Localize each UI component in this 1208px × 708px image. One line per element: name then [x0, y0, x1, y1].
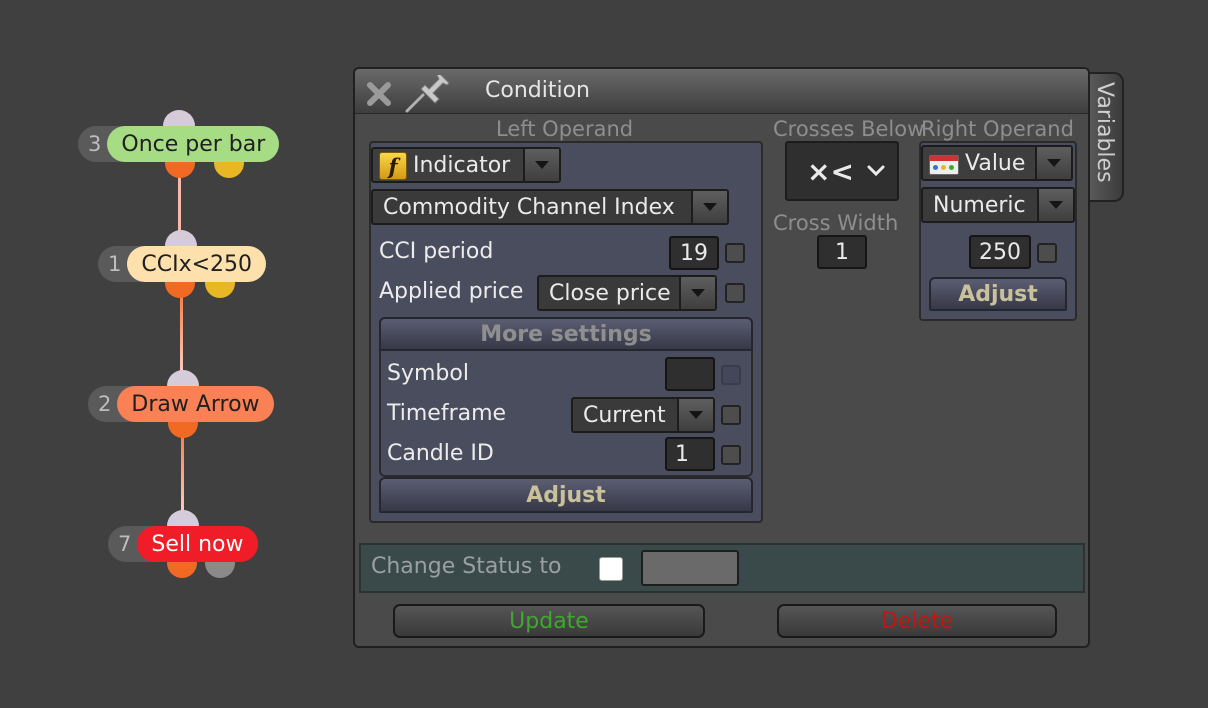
candle-id-label: Candle ID [387, 441, 494, 466]
indicator-select[interactable]: Commodity Channel Index [371, 189, 729, 225]
variables-tab-label: Variables [1092, 82, 1117, 183]
applied-price-select[interactable]: Close price [537, 275, 717, 311]
variables-tab[interactable]: Variables [1089, 72, 1124, 202]
node-number: 1 [108, 252, 122, 276]
timeframe-select[interactable]: Current [571, 397, 715, 433]
symbol-label: Symbol [387, 361, 469, 386]
node-sell-now[interactable]: 7 Sell now [108, 526, 258, 562]
title-bar[interactable]: Condition [355, 69, 1088, 114]
node-ccix-250[interactable]: 1 CCIx<250 [98, 246, 267, 282]
operator-symbol: ×< [807, 154, 854, 188]
operator-heading: Crosses Below [773, 117, 925, 141]
chevron-down-icon[interactable] [867, 165, 885, 177]
left-adjust-button[interactable]: Adjust [379, 477, 753, 513]
param-label: CCI period [379, 239, 494, 264]
delete-label: Delete [880, 608, 954, 634]
chevron-down-icon[interactable] [1037, 189, 1073, 221]
cci-period-checkbox[interactable] [725, 243, 745, 263]
chevron-down-icon[interactable] [523, 149, 559, 181]
right-operand-heading: Right Operand [921, 117, 1074, 141]
applied-price-checkbox[interactable] [725, 283, 745, 303]
more-settings-toggle[interactable]: More settings [379, 317, 753, 351]
more-settings-label: More settings [480, 321, 652, 347]
change-status-input[interactable] [641, 550, 739, 586]
node-number: 2 [98, 392, 112, 416]
change-status-label: Change Status to [371, 554, 562, 579]
cross-width-input[interactable]: 1 [817, 235, 867, 269]
right-value-input[interactable]: 250 [969, 235, 1031, 269]
value-kind-value: Numeric [933, 192, 1026, 218]
node-number: 7 [118, 532, 132, 556]
timeframe-value: Current [583, 402, 666, 428]
chevron-down-icon[interactable] [1035, 147, 1071, 179]
param-label: Applied price [379, 279, 524, 304]
right-adjust-button[interactable]: Adjust [929, 277, 1067, 311]
chevron-down-icon[interactable] [677, 399, 713, 431]
node-label: CCIx<250 [127, 246, 267, 282]
value-icon [929, 155, 959, 175]
right-operand-type-select[interactable]: Value [921, 145, 1073, 181]
right-adjust-label: Adjust [958, 281, 1038, 307]
timeframe-label: Timeframe [387, 401, 507, 426]
condition-dialog: Condition Left Operand f Indicator Commo… [353, 67, 1090, 648]
node-once-per-bar[interactable]: 3 Once per bar [78, 126, 280, 162]
candle-id-input[interactable]: 1 [665, 437, 715, 471]
more-settings-panel: More settings Symbol Timeframe Current C… [379, 317, 753, 477]
timeframe-checkbox[interactable] [721, 405, 741, 425]
symbol-input[interactable] [665, 357, 715, 391]
cross-width-label: Cross Width [773, 211, 899, 235]
chevron-down-icon[interactable] [691, 191, 727, 223]
symbol-checkbox[interactable] [721, 365, 741, 385]
chevron-down-icon[interactable] [679, 277, 715, 309]
close-icon[interactable] [365, 80, 393, 108]
pin-icon[interactable] [403, 75, 453, 113]
node-draw-arrow[interactable]: 2 Draw Arrow [88, 386, 274, 422]
cci-period-input[interactable]: 19 [669, 236, 719, 270]
node-label: Sell now [137, 526, 258, 562]
dialog-title: Condition [485, 78, 590, 103]
indicator-value: Commodity Channel Index [383, 194, 675, 220]
operand-type-select[interactable]: f Indicator [371, 147, 561, 183]
change-status-row: Change Status to [359, 543, 1085, 593]
left-adjust-label: Adjust [526, 482, 606, 508]
value-kind-select[interactable]: Numeric [921, 187, 1075, 223]
update-button[interactable]: Update [393, 604, 705, 638]
operator-select[interactable]: ×< [785, 141, 899, 201]
applied-price-value: Close price [549, 280, 671, 306]
function-icon: f [379, 152, 407, 180]
right-operand-panel: Value Numeric 250 Adjust [919, 141, 1077, 321]
left-operand-heading: Left Operand [496, 117, 634, 141]
node-label: Draw Arrow [117, 386, 274, 422]
left-operand-panel: f Indicator Commodity Channel Index CCI … [369, 141, 763, 523]
change-status-checkbox[interactable] [599, 557, 623, 581]
right-value-checkbox[interactable] [1037, 243, 1057, 263]
delete-button[interactable]: Delete [777, 604, 1057, 638]
candle-id-checkbox[interactable] [721, 445, 741, 465]
node-label: Once per bar [107, 126, 280, 162]
update-label: Update [509, 608, 589, 634]
node-number: 3 [88, 132, 102, 156]
